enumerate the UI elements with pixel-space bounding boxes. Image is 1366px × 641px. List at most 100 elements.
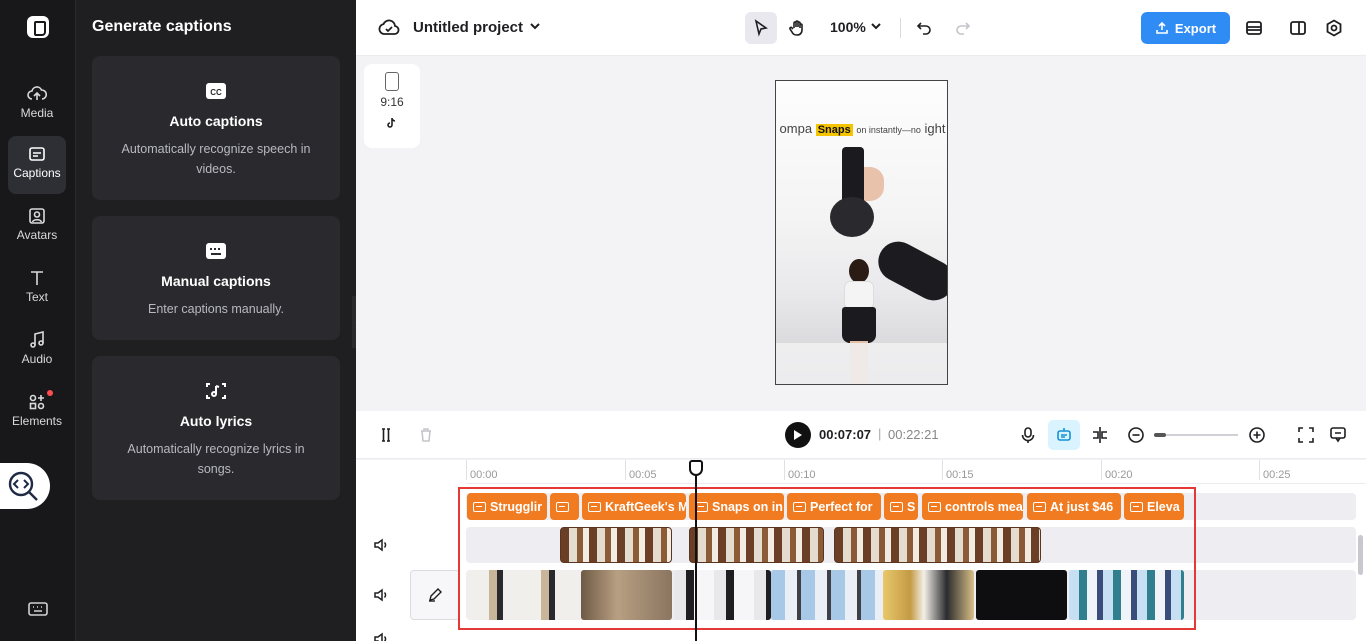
comment-button[interactable] [1326,423,1350,447]
rail-label: Text [25,290,48,304]
zoom-out-button[interactable] [1124,423,1148,447]
device-head-image [830,197,874,237]
volume-icon[interactable] [372,586,390,604]
video-canvas[interactable]: ompa Snaps on instantly—no ight [775,80,948,385]
align-button[interactable] [1088,423,1112,447]
elements-icon [29,394,45,410]
caption-clip[interactable]: controls mea [922,493,1023,520]
playhead-handle[interactable] [689,460,703,476]
music-note-icon [30,330,44,348]
caption-clip-text: Perfect for [810,499,873,514]
redo-button[interactable] [947,12,979,44]
main-video-clip[interactable] [674,570,771,620]
floating-assistant-button[interactable] [0,463,50,509]
fullscreen-icon [1298,427,1314,443]
timeline-toolbar: 00:07:07 | 00:22:21 [356,411,1366,459]
hand-tool-button[interactable] [781,12,813,44]
auto-snap-button[interactable] [1048,420,1080,450]
caption-rest: on instantly—no [856,125,921,135]
caption-clip-icon [890,501,903,512]
overlay-video-clip[interactable] [560,527,672,563]
rail-item-avatars[interactable]: Avatars [8,198,66,256]
pointer-icon [754,19,768,37]
card-description: Automatically recognize lyrics in songs. [127,442,305,476]
fit-timeline-button[interactable] [1294,423,1318,447]
rail-label: Avatars [16,228,58,242]
chevron-down-icon [871,23,881,30]
volume-icon[interactable] [372,536,390,554]
caption-clip[interactable]: Snaps on in [689,493,784,520]
play-button[interactable] [785,422,811,448]
caption-clip[interactable]: Eleva [1124,493,1184,520]
split-view-button[interactable] [1282,12,1314,44]
zoom-value: 100% [830,19,866,35]
captions-icon [29,147,45,161]
toolbar-divider [900,18,901,38]
ruler-tick: 00:15 [942,460,974,481]
project-title[interactable]: Untitled project [413,19,523,36]
app-logo[interactable] [27,16,49,38]
aspect-ratio-selector[interactable]: 9:16 [364,64,420,148]
overlay-video-clip[interactable] [689,527,824,563]
timeline-scrollbar[interactable] [1358,535,1363,575]
main-video-clip[interactable] [883,570,974,620]
keyboard-shortcuts-icon[interactable] [26,597,50,621]
main-video-clip[interactable] [467,570,579,620]
rail-item-media[interactable]: Media [8,76,66,134]
plus-circle-icon [1249,427,1265,443]
main-video-clip[interactable] [976,570,1067,620]
caption-clip[interactable] [550,493,579,520]
caption-clip[interactable]: At just $46 [1027,493,1121,520]
upload-icon [1156,21,1168,34]
microphone-button[interactable] [1016,423,1040,447]
timeline: 00:00 00:05 00:10 00:15 00:20 00:25 Stru… [356,460,1366,641]
layers-button[interactable] [1238,12,1270,44]
caption-clip-icon [1033,501,1046,512]
caption-clip-icon [556,501,569,512]
playhead-line[interactable] [695,460,697,641]
zoom-level[interactable]: 100% [830,19,882,35]
chevron-down-icon[interactable] [528,19,542,33]
zoom-in-button[interactable] [1245,423,1269,447]
ruler-tick: 00:20 [1101,460,1133,481]
caption-clip-text: controls mea [945,499,1023,514]
select-tool-button[interactable] [745,12,777,44]
auto-captions-card[interactable]: CC Auto captions Automatically recognize… [92,56,340,200]
caption-clip[interactable]: Strugglir [467,493,547,520]
time-ruler[interactable]: 00:00 00:05 00:10 00:15 00:20 00:25 [466,460,1366,484]
volume-icon[interactable] [372,630,390,641]
main-video-clip[interactable] [771,570,882,620]
aspect-ratio-value: 9:16 [380,95,404,109]
caption-clip[interactable]: Perfect for [787,493,881,520]
caption-clip-text: S [907,499,916,514]
rail-item-audio[interactable]: Audio [8,322,66,380]
ruler-tick: 00:00 [466,460,498,481]
card-title: Auto captions [169,113,263,129]
manual-captions-card[interactable]: Manual captions Enter captions manually. [92,216,340,340]
microphone-icon [1021,427,1035,443]
main-video-clip[interactable] [1069,570,1184,620]
edit-track-button[interactable] [410,570,460,620]
rail-item-text[interactable]: Text [8,260,66,318]
caption-clip[interactable]: KraftGeek's M [582,493,686,520]
rail-item-captions[interactable]: Captions [8,136,66,194]
caption-clip[interactable]: S [884,493,918,520]
video-caption-overlay[interactable]: ompa Snaps on instantly—no ight [776,121,947,136]
auto-lyrics-card[interactable]: Auto lyrics Automatically recognize lyri… [92,356,340,500]
main-video-clip[interactable] [581,570,672,620]
caption-clip-icon [928,501,941,512]
code-search-icon [8,471,38,501]
caption-clip-icon [473,501,486,512]
split-button[interactable] [374,423,398,447]
settings-button[interactable] [1318,12,1350,44]
rail-item-elements[interactable]: Elements [8,384,66,442]
export-button[interactable]: Export [1141,12,1230,44]
cloud-save-icon[interactable] [378,18,400,38]
undo-button[interactable] [908,12,940,44]
cloud-upload-icon [27,86,47,100]
overlay-video-clip[interactable] [834,527,1041,563]
zoom-slider-handle[interactable] [1154,433,1166,437]
delete-button[interactable] [414,423,438,447]
zoom-slider-track[interactable] [1154,434,1238,436]
svg-text:CC: CC [210,88,222,97]
